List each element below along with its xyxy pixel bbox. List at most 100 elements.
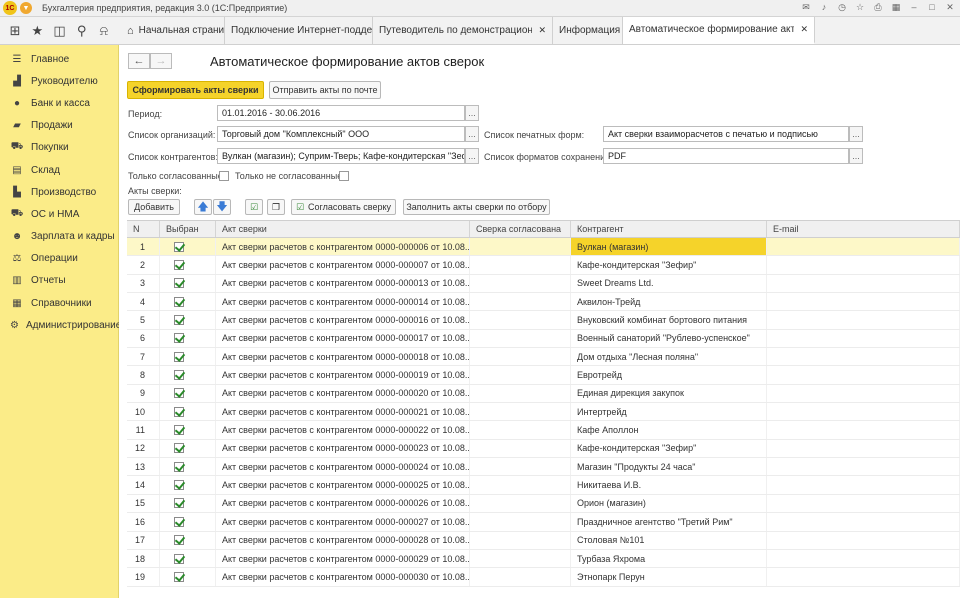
table-row[interactable]: 7 Акт сверки расчетов с контрагентом 0000… <box>127 348 960 367</box>
sidebar-item-manager[interactable]: ▟ Руководителю <box>0 70 118 92</box>
minimize-icon[interactable]: – <box>908 1 920 13</box>
sidebar-item-references[interactable]: ▦ Справочники <box>0 292 118 314</box>
selected-checkbox[interactable] <box>174 443 184 454</box>
contractors-field[interactable]: Вулкан (магазин); Суприм-Тверь; Кафе-кон… <box>217 148 465 164</box>
calculator-icon[interactable]: ▦ <box>890 1 902 13</box>
table-row[interactable]: 8 Акт сверки расчетов с контрагентом 0000… <box>127 366 960 385</box>
selected-checkbox[interactable] <box>174 535 184 546</box>
orgs-select-button[interactable]: ... <box>465 126 479 142</box>
selected-checkbox[interactable] <box>174 498 184 509</box>
selected-checkbox[interactable] <box>174 461 184 472</box>
only-not-agreed-checkbox[interactable] <box>339 171 349 181</box>
selected-checkbox[interactable] <box>174 260 184 271</box>
generate-acts-button[interactable]: Сформировать акты сверки <box>127 81 264 99</box>
column-header-contractor[interactable]: Контрагент <box>571 221 767 237</box>
maximize-icon[interactable]: □ <box>926 1 938 13</box>
selected-checkbox[interactable] <box>174 241 184 252</box>
print-forms-select-button[interactable]: ... <box>849 126 863 142</box>
contractors-select-button[interactable]: ... <box>465 148 479 164</box>
main-menu-dropdown-icon[interactable]: ▼ <box>20 2 32 14</box>
table-row[interactable]: 9 Акт сверки расчетов с контрагентом 0000… <box>127 384 960 404</box>
table-row[interactable]: 12 Акт сверки расчетов с контрагентом 000… <box>127 439 960 459</box>
sidebar-item-main[interactable]: ☰ Главное <box>0 48 118 70</box>
orgs-field[interactable]: Торговый дом "Комплексный" ООО <box>217 126 465 142</box>
selected-checkbox[interactable] <box>174 516 184 527</box>
table-row[interactable]: 10 Акт сверки расчетов с контрагентом 000… <box>127 403 960 422</box>
apps-grid-icon[interactable]: ⊞ <box>6 23 24 39</box>
agree-reconciliation-button[interactable]: ☑ Согласовать сверку <box>291 199 396 215</box>
table-row[interactable]: 18 Акт сверки расчетов с контрагентом 000… <box>127 549 960 569</box>
mail-icon[interactable]: ✉ <box>800 1 812 13</box>
selected-checkbox[interactable] <box>174 406 184 417</box>
notification-bell-icon[interactable]: ⍾ <box>95 23 113 39</box>
save-formats-field[interactable]: PDF <box>603 148 849 164</box>
table-row[interactable]: 19 Акт сверки расчетов с контрагентом 000… <box>127 568 960 587</box>
close-icon[interactable]: ✕ <box>944 1 956 13</box>
selected-checkbox[interactable] <box>174 370 184 381</box>
sidebar-item-salary[interactable]: ☻ Зарплата и кадры <box>0 226 118 248</box>
selected-checkbox[interactable] <box>174 553 184 564</box>
sidebar-item-assets[interactable]: ⛟ ОС и НМА <box>0 203 118 225</box>
save-formats-select-button[interactable]: ... <box>849 148 863 164</box>
history-icon[interactable]: ◫ <box>50 23 68 39</box>
tab-close-icon[interactable]: ✕ <box>800 24 808 35</box>
period-select-button[interactable]: ... <box>465 105 479 121</box>
selected-checkbox[interactable] <box>174 571 184 582</box>
send-acts-button[interactable]: Отправить акты по почте <box>269 81 381 99</box>
select-all-button[interactable]: ☑ <box>245 199 263 215</box>
selected-checkbox[interactable] <box>174 388 184 399</box>
table-row[interactable]: 14 Акт сверки расчетов с контрагентом 000… <box>127 476 960 495</box>
tab-home[interactable]: ⌂ Начальная страница <box>119 17 225 44</box>
table-row[interactable]: 16 Акт сверки расчетов с контрагентом 000… <box>127 513 960 532</box>
history-icon[interactable]: ◷ <box>836 1 848 13</box>
sidebar-item-administration[interactable]: ⚙ Администрирование <box>0 314 121 336</box>
tab-auto-acts[interactable]: Автоматическое формирование актов сверок… <box>623 17 815 44</box>
selected-checkbox[interactable] <box>174 315 184 326</box>
selected-checkbox[interactable] <box>174 351 184 362</box>
forward-button[interactable]: → <box>150 53 172 69</box>
favorites-star-icon[interactable]: ★ <box>28 23 46 39</box>
table-row[interactable]: 2 Акт сверки расчетов с контрагентом 0000… <box>127 256 960 275</box>
sidebar-item-purchases[interactable]: ⛟ Покупки <box>0 137 118 159</box>
table-row[interactable]: 4 Акт сверки расчетов с контрагентом 0000… <box>127 293 960 312</box>
sidebar-item-warehouse[interactable]: ▤ Склад <box>0 159 118 181</box>
sidebar-item-operations[interactable]: ⚖ Операции <box>0 248 118 270</box>
column-header-selected[interactable]: Выбран <box>160 221 216 237</box>
column-header-n[interactable]: N <box>127 221 160 237</box>
sidebar-item-bank[interactable]: ● Банк и касса <box>0 92 118 114</box>
search-icon[interactable]: ⚲ <box>73 23 91 39</box>
tab-close-icon[interactable]: ✕ <box>538 25 546 36</box>
table-row[interactable]: 6 Акт сверки расчетов с контрагентом 0000… <box>127 329 960 349</box>
table-row[interactable]: 11 Акт сверки расчетов с контрагентом 000… <box>127 421 960 440</box>
period-field[interactable]: 01.01.2016 - 30.06.2016 <box>217 105 465 121</box>
selected-checkbox[interactable] <box>174 278 184 289</box>
selected-checkbox[interactable] <box>174 333 184 344</box>
column-header-email[interactable]: E-mail <box>767 221 960 237</box>
star-icon[interactable]: ☆ <box>854 1 866 13</box>
column-header-act[interactable]: Акт сверки <box>216 221 470 237</box>
move-up-button[interactable]: 🡅 <box>194 199 212 215</box>
selected-checkbox[interactable] <box>174 480 184 491</box>
move-down-button[interactable]: 🡇 <box>213 199 231 215</box>
back-button[interactable]: ← <box>128 53 150 69</box>
column-header-agreed[interactable]: Сверка согласована <box>470 221 571 237</box>
table-row[interactable]: 1 Акт сверки расчетов с контрагентом 0000… <box>127 238 960 257</box>
sidebar-item-reports[interactable]: ▥ Отчеты <box>0 270 118 292</box>
tab-information[interactable]: Информация ✕ <box>553 17 623 44</box>
table-row[interactable]: 3 Акт сверки расчетов с контрагентом 0000… <box>127 274 960 294</box>
fill-by-filter-button[interactable]: Заполнить акты сверки по отбору <box>403 199 550 215</box>
selected-checkbox[interactable] <box>174 296 184 307</box>
only-agreed-checkbox[interactable] <box>219 171 229 181</box>
print-icon[interactable]: ⎙ <box>872 1 884 13</box>
print-forms-field[interactable]: Акт сверки взаиморасчетов с печатью и по… <box>603 126 849 142</box>
table-row[interactable]: 13 Акт сверки расчетов с контрагентом 000… <box>127 458 960 477</box>
add-button[interactable]: Добавить <box>128 199 180 215</box>
sidebar-item-sales[interactable]: ▰ Продажи <box>0 115 118 137</box>
table-row[interactable]: 15 Акт сверки расчетов с контрагентом 000… <box>127 494 960 514</box>
tab-guide[interactable]: Путеводитель по демонстрационной базе ✕ <box>373 17 553 44</box>
tab-internet-support[interactable]: Подключение Интернет-поддержки ✕ <box>225 17 373 44</box>
sidebar-item-production[interactable]: ▙ Производство <box>0 181 118 203</box>
table-row[interactable]: 5 Акт сверки расчетов с контрагентом 0000… <box>127 311 960 330</box>
deselect-all-button[interactable]: ❐ <box>267 199 285 215</box>
table-row[interactable]: 17 Акт сверки расчетов с контрагентом 000… <box>127 531 960 550</box>
